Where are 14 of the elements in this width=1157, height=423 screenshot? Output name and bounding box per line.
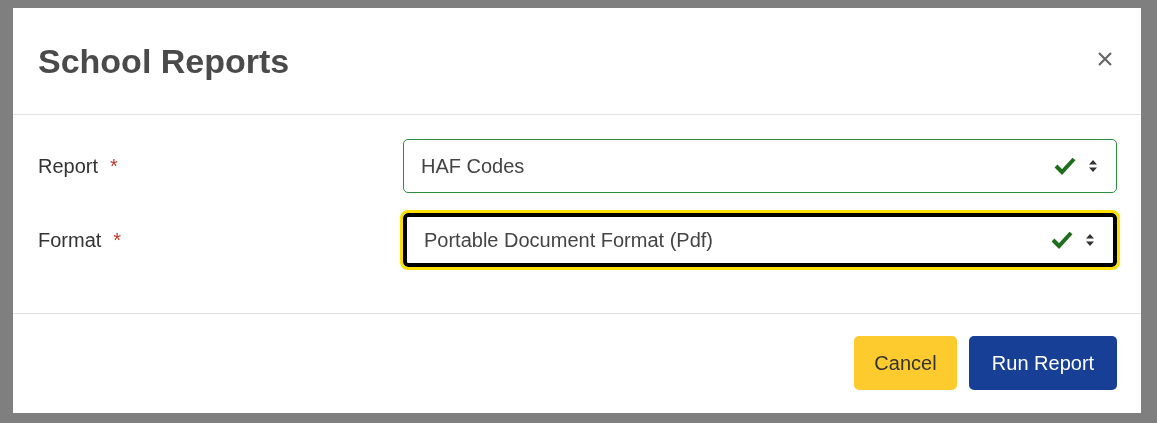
cancel-button[interactable]: Cancel xyxy=(854,336,957,390)
required-mark: * xyxy=(113,228,122,253)
check-icon xyxy=(1051,231,1073,249)
required-mark: * xyxy=(110,154,118,179)
close-icon[interactable] xyxy=(1097,51,1113,67)
check-icon xyxy=(1054,157,1076,175)
dialog-title: School Reports xyxy=(38,40,290,82)
field-label: Format xyxy=(38,228,102,253)
select-field[interactable]: Portable Document Format (Pdf) xyxy=(403,213,1117,267)
run-report-button[interactable]: Run Report xyxy=(969,336,1117,390)
sort-arrows-icon xyxy=(1085,233,1095,247)
select-field[interactable]: HAF Codes xyxy=(403,139,1117,193)
sort-arrows-icon xyxy=(1088,159,1098,173)
field-label: Report xyxy=(38,154,99,179)
